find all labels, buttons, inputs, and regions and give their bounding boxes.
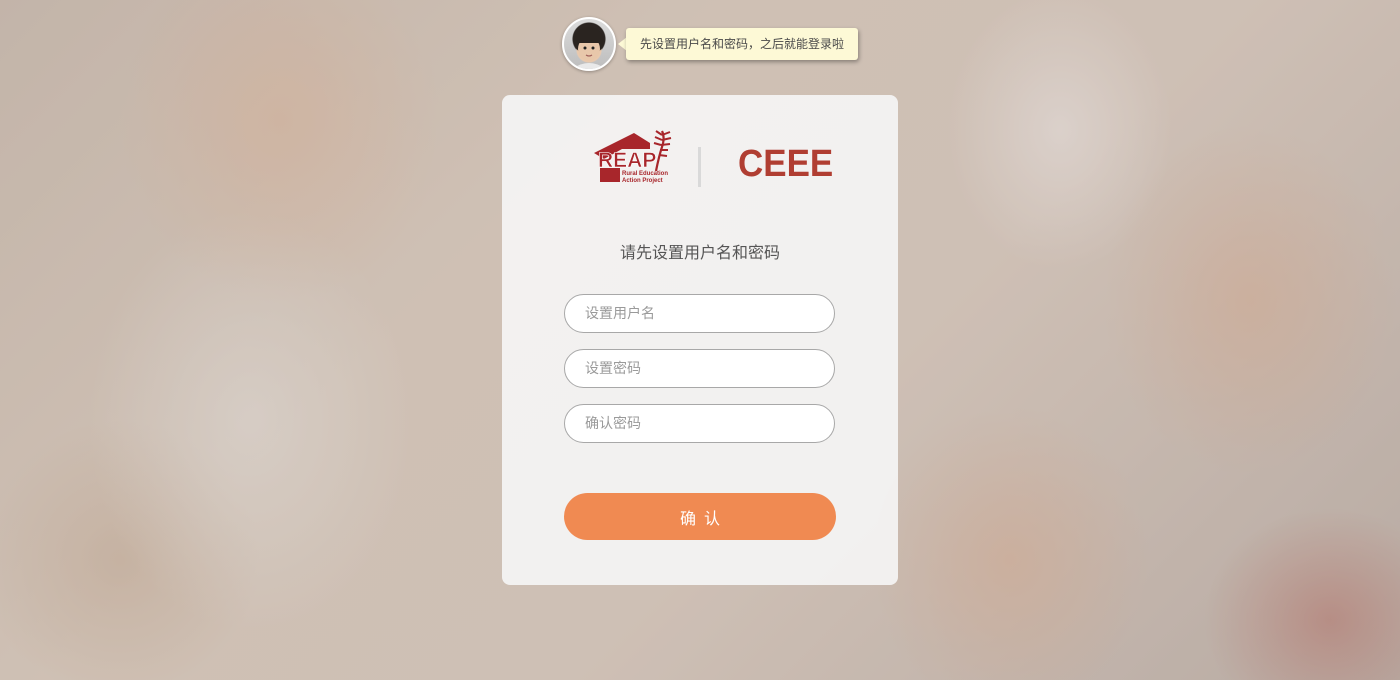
- reap-logo-subtitle-1: Rural Education: [622, 171, 668, 177]
- confirm-password-input[interactable]: [564, 404, 835, 443]
- child-avatar-icon: [562, 17, 616, 71]
- hint-banner: 先设置用户名和密码，之后就能登录啦: [562, 17, 862, 71]
- reap-logo-subtitle-2: Action Project: [622, 178, 663, 184]
- hint-tooltip: 先设置用户名和密码，之后就能登录啦: [626, 28, 859, 60]
- logo-divider: [698, 147, 701, 187]
- setup-card: REAP Rural Education Action Project CEEE…: [502, 95, 898, 585]
- username-input[interactable]: [564, 294, 835, 333]
- reap-logo: REAP Rural Education Action Project: [594, 130, 672, 184]
- password-input[interactable]: [564, 349, 835, 388]
- confirm-button[interactable]: 确认: [564, 493, 836, 540]
- form-heading: 请先设置用户名和密码: [619, 243, 780, 262]
- logo-bar: REAP Rural Education Action Project CEEE: [502, 125, 898, 195]
- ceee-logo: CEEE: [738, 143, 834, 185]
